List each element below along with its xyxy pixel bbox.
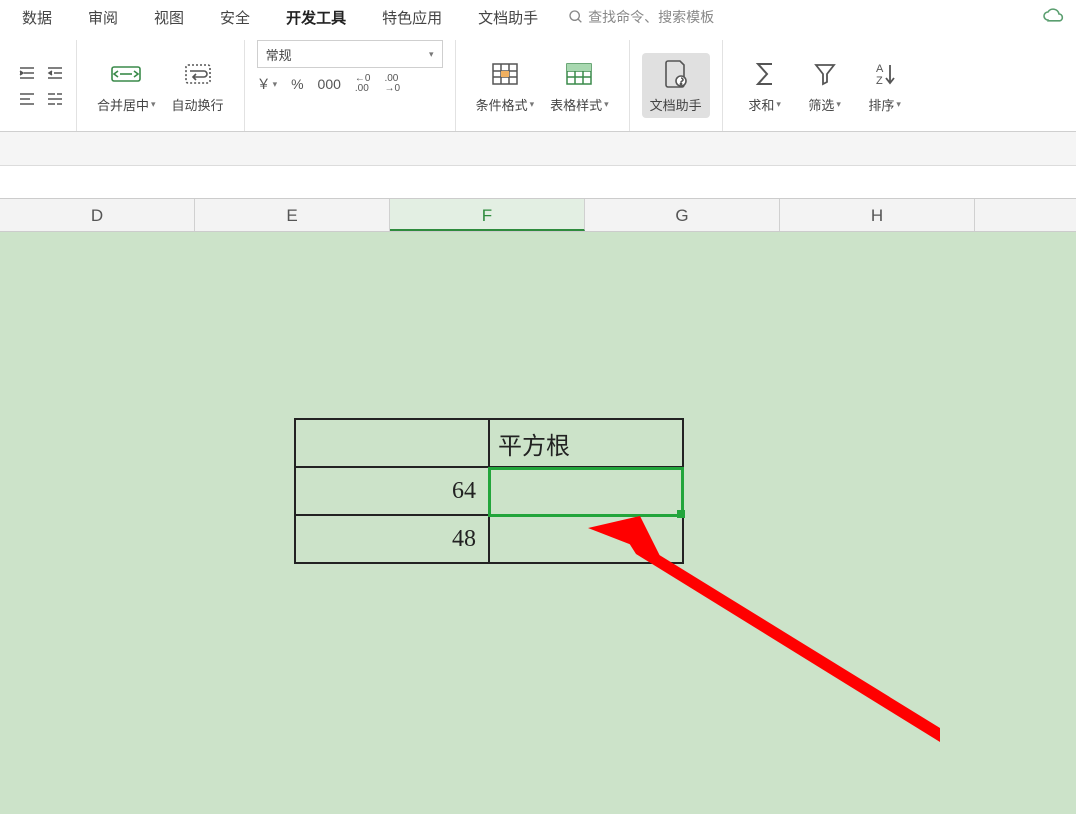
column-header-D[interactable]: D — [0, 199, 195, 231]
menu-special-apps[interactable]: 特色应用 — [364, 1, 460, 34]
merge-wrap-group: 合并居中▾ 自动换行 — [77, 40, 245, 131]
data-table: 平方根 64 48 — [294, 418, 684, 564]
menu-security[interactable]: 安全 — [202, 1, 268, 34]
column-header-F[interactable]: F — [390, 199, 585, 231]
auto-wrap-button[interactable]: 自动换行 — [164, 53, 232, 118]
thousands-button[interactable]: 000 — [318, 76, 341, 92]
decrease-decimal-button[interactable]: .00→0 — [384, 74, 400, 94]
gap — [0, 166, 1076, 198]
indent-group — [6, 40, 77, 131]
sum-button[interactable]: 求和▾ — [735, 53, 795, 118]
align-icon-1[interactable] — [18, 90, 36, 108]
spreadsheet-grid[interactable]: 平方根 64 48 — [0, 232, 1076, 814]
cell-result-2[interactable] — [489, 515, 683, 563]
doc-helper-label: 文档助手 — [650, 95, 702, 114]
table-style-label: 表格样式 — [550, 95, 602, 114]
menu-data[interactable]: 数据 — [4, 1, 70, 34]
number-format-group: 常规 ▾ ￥▾ % 000 ←0.00 .00→0 — [245, 40, 456, 131]
table-style-button[interactable]: 表格样式▾ — [542, 53, 617, 118]
formula-bar-area[interactable] — [0, 132, 1076, 166]
column-headers: DEFGH — [0, 198, 1076, 232]
menu-bar: 数据 审阅 视图 安全 开发工具 特色应用 文档助手 查找命令、搜索模板 — [0, 0, 1076, 34]
merge-center-button[interactable]: 合并居中▾ — [89, 53, 164, 118]
auto-wrap-icon — [181, 57, 215, 91]
menu-doc-helper[interactable]: 文档助手 — [460, 1, 556, 34]
number-format-label: 常规 — [266, 45, 292, 64]
sort-icon: AZ — [868, 57, 902, 91]
svg-text:Z: Z — [876, 75, 883, 87]
sum-icon — [748, 57, 782, 91]
calc-group: 求和▾ 筛选▾ AZ 排序▾ — [723, 40, 927, 131]
filter-label: 筛选 — [808, 95, 834, 114]
menu-review[interactable]: 审阅 — [70, 1, 136, 34]
menu-devtools[interactable]: 开发工具 — [268, 1, 364, 34]
ribbon: 合并居中▾ 自动换行 常规 ▾ ￥▾ % 000 ←0.00 .00→0 — [0, 34, 1076, 132]
svg-text:A: A — [876, 63, 884, 75]
currency-button[interactable]: ￥▾ — [257, 74, 278, 94]
column-header-H[interactable]: H — [780, 199, 975, 231]
cell-result-1[interactable] — [489, 467, 683, 515]
cell-empty-header[interactable] — [295, 419, 489, 467]
align-icon-2[interactable] — [46, 90, 64, 108]
style-group: 条件格式▾ 表格样式▾ — [456, 40, 630, 131]
percent-button[interactable]: % — [291, 76, 303, 92]
conditional-format-icon — [488, 57, 522, 91]
dropdown-icon: ▾ — [151, 99, 156, 110]
sort-label: 排序 — [868, 95, 894, 114]
doc-helper-icon — [659, 57, 693, 91]
indent-icon[interactable] — [46, 64, 64, 82]
conditional-format-label: 条件格式 — [476, 95, 528, 114]
merge-center-icon — [109, 57, 143, 91]
conditional-format-button[interactable]: 条件格式▾ — [468, 53, 543, 118]
increase-decimal-button[interactable]: ←0.00 — [355, 74, 371, 94]
sum-label: 求和 — [748, 95, 774, 114]
doc-helper-button[interactable]: 文档助手 — [642, 53, 710, 118]
outdent-icon[interactable] — [18, 64, 36, 82]
menu-view[interactable]: 视图 — [136, 1, 202, 34]
cell-value-2[interactable]: 48 — [295, 515, 489, 563]
number-format-select[interactable]: 常规 ▾ — [257, 40, 443, 68]
doc-helper-group: 文档助手 — [630, 40, 723, 131]
cloud-sync-icon[interactable] — [1042, 6, 1066, 30]
filter-button[interactable]: 筛选▾ — [795, 53, 855, 118]
search-box[interactable]: 查找命令、搜索模板 — [568, 7, 714, 27]
search-icon — [568, 9, 584, 25]
sort-button[interactable]: AZ 排序▾ — [855, 53, 915, 118]
table-style-icon — [562, 57, 596, 91]
cell-value-1[interactable]: 64 — [295, 467, 489, 515]
cell-header-right[interactable]: 平方根 — [489, 419, 683, 467]
dropdown-icon: ▾ — [429, 49, 434, 60]
auto-wrap-label: 自动换行 — [172, 95, 224, 114]
merge-center-label: 合并居中 — [97, 95, 149, 114]
search-placeholder: 查找命令、搜索模板 — [588, 7, 714, 27]
column-header-E[interactable]: E — [195, 199, 390, 231]
column-header-G[interactable]: G — [585, 199, 780, 231]
filter-icon — [808, 57, 842, 91]
